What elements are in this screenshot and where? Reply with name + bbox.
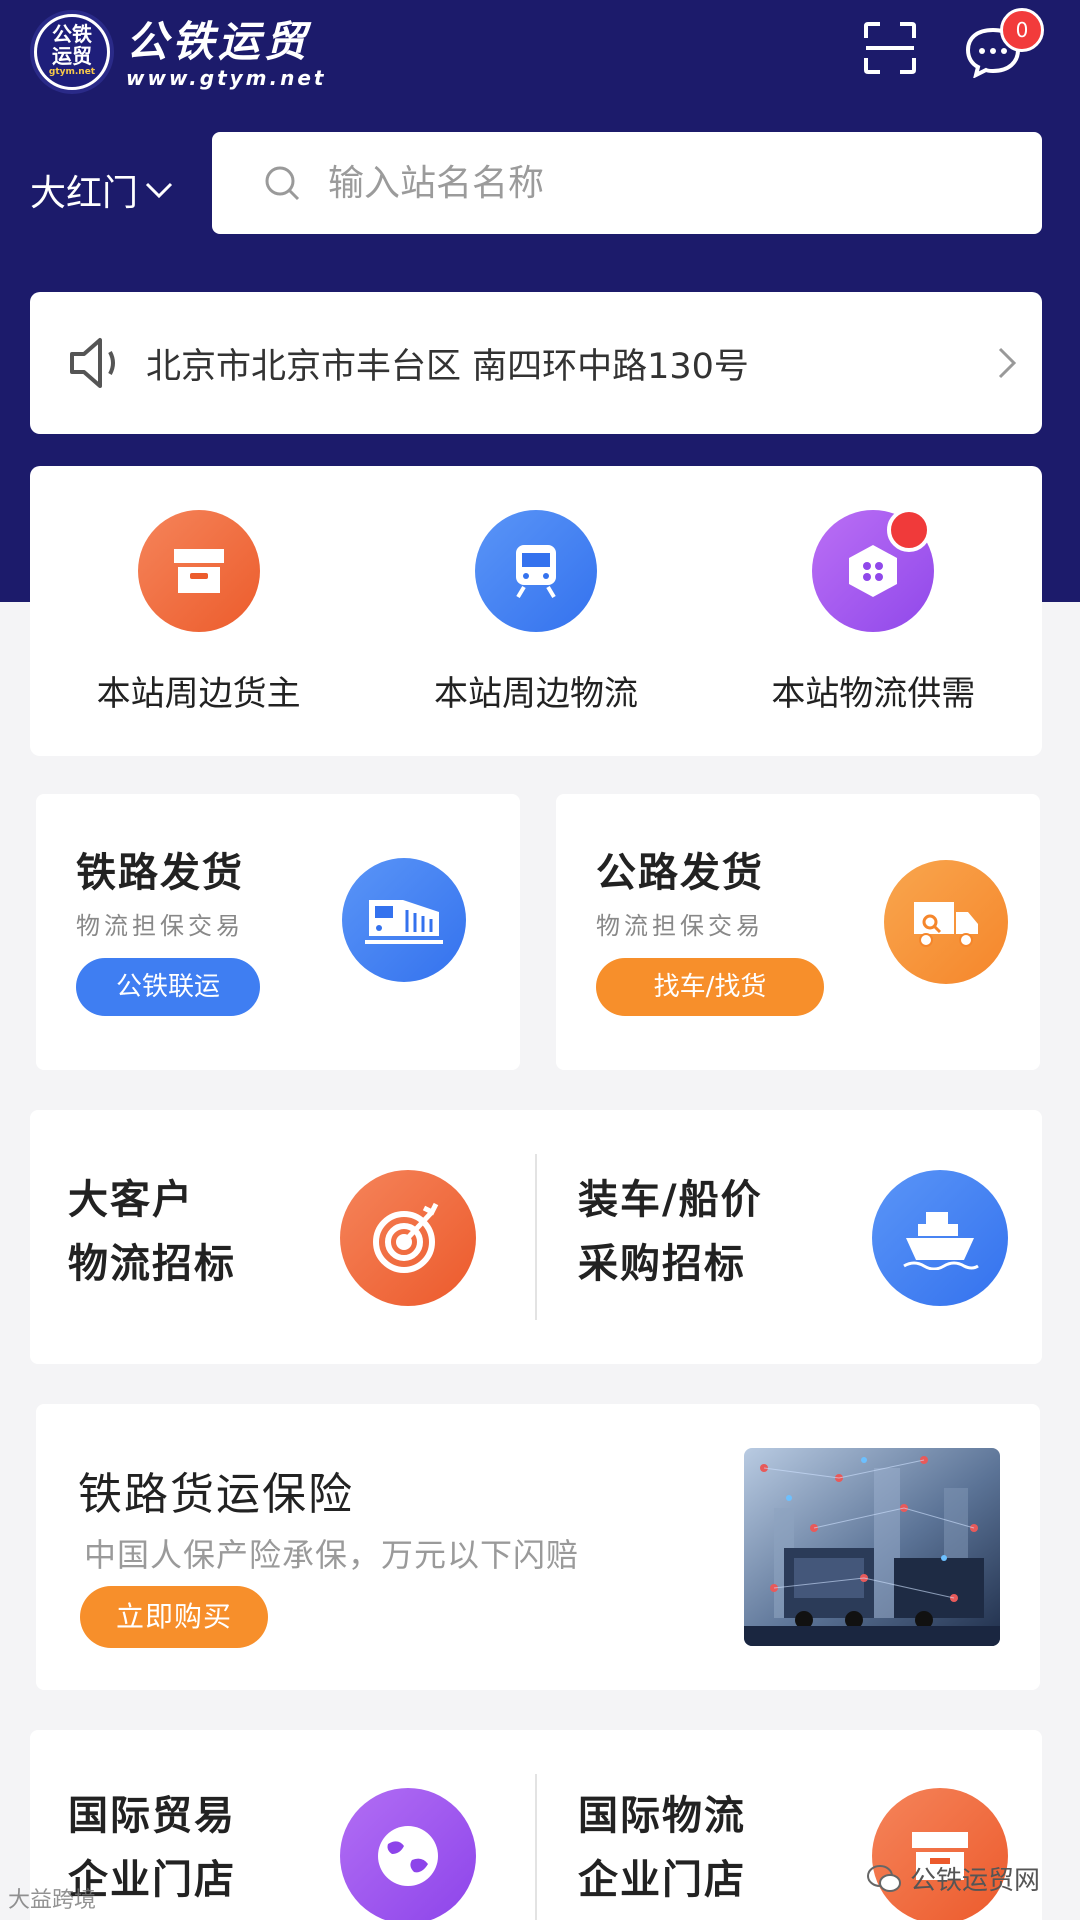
truck-icon — [884, 860, 1008, 984]
major-client-tender[interactable]: 大客户 物流招标 — [30, 1110, 536, 1364]
tender-label: 装车/船价 采购招标 — [578, 1177, 763, 1287]
logo-subtext: gtym.net — [48, 67, 96, 77]
watermark-left: 大益跨境 — [8, 1888, 97, 1913]
search-input[interactable] — [328, 162, 968, 204]
insurance-card[interactable]: 铁路货运保险 中国人保产险承保，万元以下闪赔 立即购买 — [36, 1404, 1040, 1690]
tender-label: 大客户 物流招标 — [68, 1177, 236, 1287]
top-bar: 公铁 运贸 gtym.net 公铁运贸 www.gtym.net 0 — [0, 0, 1080, 110]
message-count-badge: 0 — [1000, 8, 1044, 52]
loading-price-tender[interactable]: 装车/船价 采购招标 — [536, 1110, 1042, 1364]
target-icon — [340, 1170, 476, 1306]
quick-link-nearby-logistics[interactable]: 本站周边物流 — [367, 466, 704, 756]
store-icon — [872, 1788, 1008, 1920]
search-icon — [265, 166, 300, 201]
city-name: 大红门 — [30, 173, 139, 214]
rail-shipping-card[interactable]: 铁路发货 物流担保交易 公铁联运 — [36, 794, 520, 1070]
brand: 公铁运贸 www.gtym.net — [126, 17, 327, 91]
scan-icon[interactable] — [862, 20, 918, 76]
ship-icon — [872, 1170, 1008, 1306]
train-icon — [474, 510, 597, 632]
city-selector[interactable]: 大红门 — [30, 164, 174, 216]
insurance-subtitle: 中国人保产险承保，万元以下闪赔 — [84, 1536, 580, 1574]
quick-link-nearby-shippers[interactable]: 本站周边货主 — [30, 466, 367, 756]
brand-name: 公铁运贸 — [126, 17, 311, 66]
address-notice-bar[interactable]: 北京市北京市丰台区 南四环中路130号 — [30, 292, 1042, 434]
wechat-icon — [867, 1864, 901, 1892]
app-logo: 公铁 运贸 gtym.net — [30, 10, 114, 94]
logo-text-bottom: 运贸 — [52, 44, 92, 68]
notice-text: 北京市北京市丰台区 南四环中路130号 — [146, 346, 749, 387]
tender-card: 大客户 物流招标 装车/船价 采购招标 — [30, 1110, 1042, 1364]
logistics-banner-image — [744, 1448, 1000, 1646]
globe-icon — [340, 1788, 476, 1920]
speaker-icon — [70, 338, 115, 388]
quick-link-supply-demand[interactable]: 本站物流供需 — [705, 466, 1042, 756]
train-icon — [342, 858, 466, 982]
watermark-text: 公铁运贸网 — [910, 1866, 1041, 1896]
logo-text-top: 公铁 — [52, 22, 92, 46]
rail-intermodal-button[interactable]: 公铁联运 — [76, 958, 260, 1016]
quick-link-label: 本站周边货主 — [96, 674, 301, 714]
buy-now-button[interactable]: 立即购买 — [80, 1586, 268, 1648]
brand-url: www.gtym.net — [126, 66, 327, 90]
watermark-right: 公铁运贸网 — [866, 1860, 1040, 1897]
international-trade-store[interactable]: 国际贸易 企业门店 — [30, 1730, 536, 1920]
find-truck-cargo-button[interactable]: 找车/找货 — [596, 958, 824, 1016]
insurance-title: 铁路货运保险 — [78, 1469, 354, 1520]
search-bar[interactable] — [212, 132, 1042, 234]
quick-links-panel: 本站周边货主 本站周边物流 本站物流供需 — [30, 466, 1042, 756]
road-shipping-subtitle: 物流担保交易 — [596, 912, 764, 940]
chevron-down-icon — [145, 182, 173, 199]
chevron-right-icon — [998, 347, 1017, 379]
road-shipping-title: 公路发货 — [596, 850, 764, 896]
storefront-icon — [137, 510, 260, 632]
road-shipping-card[interactable]: 公路发货 物流担保交易 找车/找货 — [556, 794, 1040, 1070]
international-label: 国际物流 企业门店 — [578, 1793, 746, 1903]
rail-shipping-title: 铁路发货 — [76, 850, 244, 896]
notification-dot — [887, 508, 932, 552]
rail-shipping-subtitle: 物流担保交易 — [76, 912, 244, 940]
quick-link-label: 本站物流供需 — [771, 674, 976, 714]
quick-link-label: 本站周边物流 — [433, 674, 638, 714]
